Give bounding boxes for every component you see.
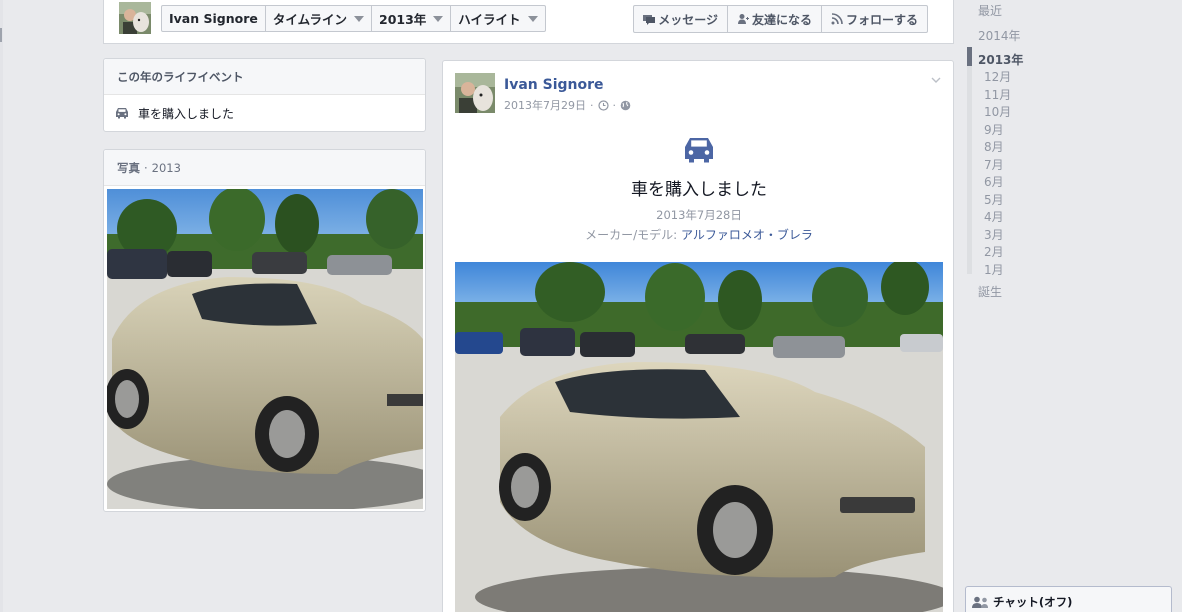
clock-icon[interactable] [597,99,609,111]
message-label: メッセージ [658,12,718,27]
scrubber-month[interactable]: 12月 [984,68,1011,85]
chat-tab[interactable]: チャット(オフ) [965,586,1172,612]
chevron-down-icon[interactable] [931,75,941,85]
car-icon [116,108,128,119]
profile-actions: メッセージ 友達になる フォローする [633,5,928,33]
scrubber-month[interactable]: 5月 [984,191,1004,208]
photos-card: 写真 · 2013 [103,149,426,512]
message-icon [643,15,656,25]
scrubber-month[interactable]: 10月 [984,103,1011,120]
scrubber-year-2013[interactable]: 2013年 [978,51,1023,68]
message-button[interactable]: メッセージ [634,6,728,32]
chat-label: チャット(オフ) [993,594,1073,609]
author-avatar[interactable] [455,73,495,113]
story-date-link[interactable]: 2013年7月29日 [504,97,586,113]
chevron-down-icon [354,16,364,22]
profile-name: Ivan Signore [169,11,258,26]
event-model: メーカー/モデル: アルファロメオ・ブレラ [443,226,955,243]
globe-icon[interactable] [620,100,631,111]
life-event-story: Ivan Signore 2013年7月29日 · · 車を購入しました 201… [442,60,954,612]
life-events-title: この年のライフイベント [104,59,425,95]
car-icon [685,138,713,163]
scrubber-month[interactable]: 6月 [984,173,1004,190]
highlights-dropdown[interactable]: ハイライト [451,6,544,31]
scrubber-month[interactable]: 7月 [984,156,1004,173]
follow-button[interactable]: フォローする [822,6,927,32]
event-date: 2013年7月28日 [656,208,742,222]
meta-separator: · [590,98,594,112]
profile-avatar[interactable] [119,2,151,34]
photos-separator: · [144,160,148,175]
add-friend-icon [737,14,749,24]
follow-rss-icon [831,13,843,25]
author-name-link[interactable]: Ivan Signore [504,77,604,93]
year-dropdown[interactable]: 2013年 [372,6,452,31]
scrubber-active-marker [967,47,972,66]
year-label: 2013年 [379,12,427,27]
scrubber-month[interactable]: 9月 [984,121,1004,138]
scrubber-birth[interactable]: 誕生 [978,283,1002,300]
left-edge-rule [0,0,3,612]
profile-name-button[interactable]: Ivan Signore [162,6,266,31]
model-label: メーカー/モデル: [585,228,678,242]
chevron-down-icon [433,16,444,22]
scrubber-recent[interactable]: 最近 [978,2,1002,19]
scrubber-month[interactable]: 1月 [984,261,1004,278]
meta-separator: · [612,98,617,112]
car-photo-thumbnail[interactable] [107,189,423,509]
story-meta: 2013年7月29日 · · [504,97,631,113]
photos-year: 2013 [151,160,181,175]
scrubber-month[interactable]: 2月 [984,243,1004,260]
scrubber-month[interactable]: 3月 [984,226,1004,243]
car-photo[interactable] [455,262,943,612]
life-events-card: この年のライフイベント 車を購入しました [103,58,426,132]
highlights-label: ハイライト [458,12,521,27]
timeline-dropdown[interactable]: タイムライン [266,6,372,31]
scrubber-year-2014[interactable]: 2014年 [978,27,1021,44]
timeline-label: タイムライン [272,12,347,27]
photos-header: 写真 · 2013 [104,150,425,186]
scrubber-track [967,66,972,274]
chevron-down-icon [527,16,538,22]
life-event-item[interactable]: 車を購入しました [104,95,425,131]
friends-icon [972,596,988,608]
event-title: 車を購入しました [631,180,767,200]
life-event-label: 車を購入しました [138,106,235,121]
photos-title[interactable]: 写真 [117,160,140,176]
scrubber-month[interactable]: 11月 [984,86,1011,103]
follow-label: フォローする [845,12,918,27]
add-friend-label: 友達になる [751,12,812,27]
scrubber-month[interactable]: 4月 [984,208,1004,225]
timeline-nav-group: Ivan Signore タイムライン 2013年 ハイライト [161,5,546,32]
scrubber-month[interactable]: 8月 [984,138,1004,155]
timeline-sticky-header: Ivan Signore タイムライン 2013年 ハイライト メッセージ 友達… [103,0,954,44]
model-link[interactable]: アルファロメオ・ブレラ [681,228,813,242]
add-friend-button[interactable]: 友達になる [728,6,822,32]
